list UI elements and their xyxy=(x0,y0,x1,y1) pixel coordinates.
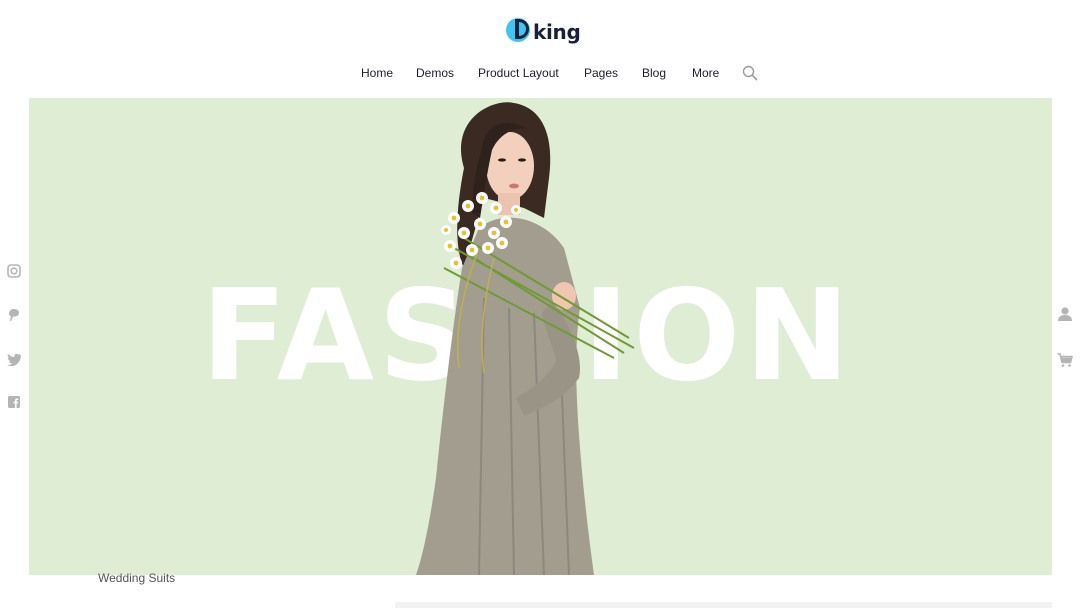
main-nav: Home Demos Product Layout Pages Blog Mor… xyxy=(0,63,1080,83)
nav-item-pages[interactable]: Pages xyxy=(584,63,618,83)
twitter-icon[interactable] xyxy=(6,351,22,367)
logo-mark xyxy=(506,17,532,45)
content-divider xyxy=(395,602,1052,608)
nav-item-product-layout[interactable]: Product Layout xyxy=(478,63,559,83)
instagram-icon[interactable] xyxy=(6,263,22,279)
nav-item-more[interactable]: More xyxy=(692,63,719,83)
category-caption[interactable]: Wedding Suits xyxy=(98,571,175,585)
pinterest-icon[interactable] xyxy=(6,307,22,323)
logo-text: king xyxy=(533,20,581,44)
logo[interactable]: king xyxy=(506,15,581,47)
cart-icon[interactable] xyxy=(1056,351,1074,369)
hero-banner: FASHION xyxy=(29,98,1052,575)
facebook-icon[interactable] xyxy=(6,394,22,410)
nav-item-home[interactable]: Home xyxy=(361,63,393,83)
nav-item-blog[interactable]: Blog xyxy=(642,63,666,83)
user-icon[interactable] xyxy=(1056,305,1074,323)
hero-model-image xyxy=(416,102,635,575)
search-icon[interactable] xyxy=(742,65,758,81)
nav-item-demos[interactable]: Demos xyxy=(416,63,454,83)
